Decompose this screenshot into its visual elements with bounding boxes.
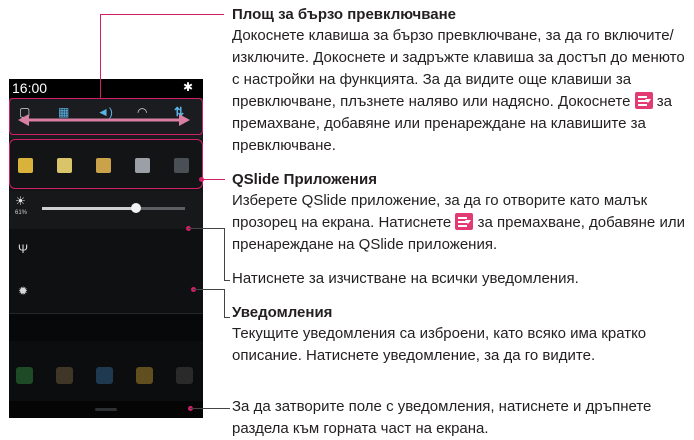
notifications-text: Текущите уведомления са изброени, като в… <box>232 325 647 364</box>
phone-icon <box>16 367 33 384</box>
contacts-icon <box>56 367 73 384</box>
swipe-arrow-icon <box>18 114 190 126</box>
messages-icon <box>136 367 153 384</box>
notifications-connector-v <box>224 289 225 317</box>
edit-list-icon <box>455 213 474 230</box>
close-text: За да затворите поле с уведомления, нати… <box>232 398 652 437</box>
sun-icon: ☀ <box>15 194 26 208</box>
quick-switch-heading: Площ за бързо превключване <box>232 6 456 23</box>
notification-android[interactable]: ✹ <box>9 271 203 314</box>
browser-icon <box>96 367 113 384</box>
quick-switch-connector <box>100 14 101 98</box>
clear-connector-v <box>224 228 225 280</box>
clear-connector <box>188 228 224 229</box>
quick-switch-connector-h <box>100 14 224 15</box>
brightness-row: ☀ 61% <box>9 191 203 229</box>
qslide-connector <box>201 179 225 180</box>
notification-usb[interactable]: Ψ <box>9 229 203 272</box>
notifications-heading: Уведомления <box>232 304 333 321</box>
clock: 16:00 <box>12 80 48 96</box>
notifications-connector <box>193 289 224 290</box>
qslide-dot <box>198 176 204 182</box>
notifications-connector-end <box>224 317 230 318</box>
edit-list-icon <box>634 92 653 109</box>
qslide-heading: QSlide Приложения <box>232 171 377 188</box>
close-handle-bar[interactable] <box>9 401 203 418</box>
brightness-slider[interactable] <box>42 203 185 213</box>
brightness-fill <box>42 207 137 210</box>
brightness-percent: 61% <box>15 210 28 216</box>
close-connector <box>190 408 230 409</box>
qslide-text: Изберете QSlide приложение, за да го отв… <box>232 192 685 253</box>
status-bar: 16:00 ✱ <box>9 79 203 98</box>
quick-switch-text: Докоснете клавиша за бързо превключване,… <box>232 27 685 154</box>
home-dock <box>9 341 203 401</box>
qslide-highlight <box>9 139 203 189</box>
brightness-thumb[interactable] <box>131 203 142 213</box>
android-icon: ✹ <box>18 284 29 298</box>
gear-icon[interactable]: ✱ <box>183 80 193 94</box>
clear-connector-end <box>224 280 230 281</box>
drag-handle[interactable] <box>95 408 117 411</box>
clear-text: Натиснете за изчистване на всички уведом… <box>232 270 579 287</box>
usb-icon: Ψ <box>18 242 29 256</box>
apps-icon <box>176 367 193 384</box>
